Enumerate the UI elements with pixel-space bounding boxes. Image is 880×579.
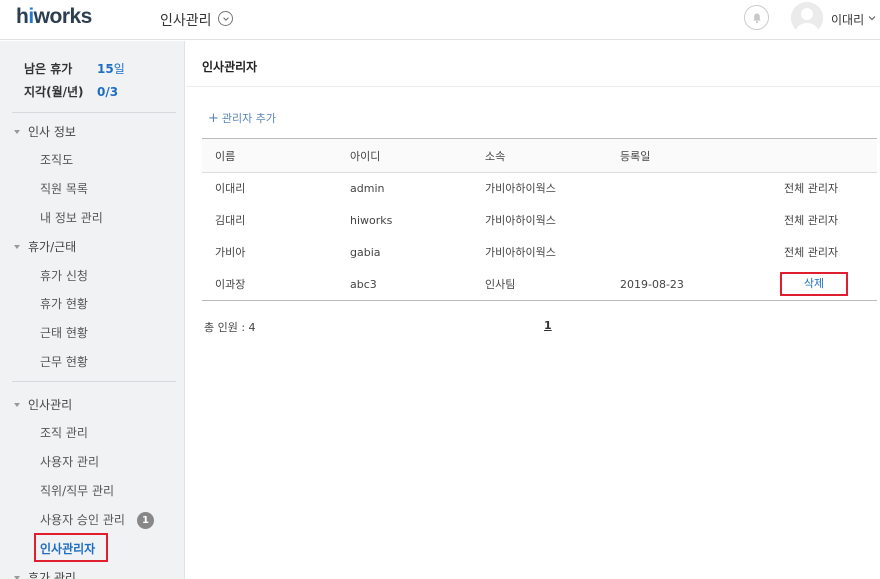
section-hr-admin[interactable]: 인사관리: [14, 396, 72, 413]
logo-h: h: [16, 5, 29, 28]
main-content: 인사관리자 + 관리자 추가 이름 아이디 소속 등록일 이대리 admin 가비…: [186, 41, 880, 579]
section-title: 휴가/근태: [28, 240, 77, 254]
add-admin-label: 관리자 추가: [221, 112, 277, 125]
collapse-triangle-icon: [14, 129, 20, 134]
hiworks-logo[interactable]: hiworks: [16, 5, 92, 29]
late-count-label: 지각(월/년): [24, 85, 84, 99]
collapse-triangle-icon: [14, 575, 20, 579]
sidebar-item-leave-request[interactable]: 휴가 신청: [40, 267, 88, 284]
user-name[interactable]: 이대리: [831, 11, 864, 28]
delete-button[interactable]: 삭제: [782, 274, 846, 294]
remaining-leave-label: 남은 휴가: [24, 62, 73, 76]
table-row: 이대리 admin 가비아하이웍스 전체 관리자: [202, 173, 877, 205]
table-row: 이과장 abc3 인사팀 2019-08-23 삭제: [202, 269, 877, 301]
cell-name: 이대리: [215, 182, 246, 195]
cell-dept: 가비아하이웍스: [485, 246, 556, 259]
cell-id: hiworks: [350, 214, 393, 227]
sidebar-item-leave-status[interactable]: 휴가 현황: [40, 295, 88, 312]
top-bar: hiworks 인사관리 이대리: [0, 0, 880, 40]
title-divider: [186, 86, 880, 87]
section-hr-info[interactable]: 인사 정보: [14, 123, 76, 140]
admin-table: 이름 아이디 소속 등록일 이대리 admin 가비아하이웍스 전체 관리자 김…: [202, 138, 877, 301]
table-row: 김대리 hiworks 가비아하이웍스 전체 관리자: [202, 205, 877, 237]
section-leave-attendance[interactable]: 휴가/근태: [14, 238, 76, 255]
user-menu-chevron-icon[interactable]: [868, 14, 876, 22]
sidebar-item-user-approval[interactable]: 사용자 승인 관리: [40, 511, 125, 528]
remaining-leave: 남은 휴가 15일: [24, 59, 125, 82]
cell-id: gabia: [350, 246, 381, 259]
cell-name: 가비아: [215, 246, 246, 259]
chevron-down-icon[interactable]: [218, 11, 233, 26]
total-count: 총 인원 : 4: [204, 321, 256, 334]
section-title: 인사 정보: [28, 125, 76, 139]
highlight-box: 삭제: [780, 272, 848, 296]
sidebar-divider: [12, 112, 176, 113]
sidebar-item-org-chart[interactable]: 조직도: [40, 151, 73, 168]
remaining-leave-value: 15: [97, 62, 114, 76]
section-title: 인사관리: [28, 398, 73, 412]
cell-role: 전체 관리자: [784, 246, 839, 259]
avatar[interactable]: [791, 2, 823, 34]
cell-date: 2019-08-23: [620, 278, 684, 291]
column-header-name: 이름: [215, 150, 236, 163]
cell-dept: 가비아하이웍스: [485, 182, 556, 195]
remaining-leave-unit: 일: [113, 62, 125, 76]
cell-id: abc3: [350, 278, 377, 291]
sidebar: 남은 휴가 15일 지각(월/년) 0/3 인사 정보 조직도 직원 목록 내 정보…: [0, 41, 185, 579]
cell-dept: 가비아하이웍스: [485, 214, 556, 227]
page-title: 인사관리자: [202, 60, 258, 74]
cell-role: 전체 관리자: [784, 182, 839, 195]
leave-summary: 남은 휴가 15일 지각(월/년) 0/3: [24, 59, 125, 105]
section-leave-management[interactable]: 휴가 관리: [14, 569, 76, 579]
sidebar-item-my-info[interactable]: 내 정보 관리: [40, 209, 103, 226]
column-header-id: 아이디: [350, 150, 381, 163]
section-title: 휴가 관리: [28, 571, 76, 579]
collapse-triangle-icon: [14, 402, 20, 407]
app-title[interactable]: 인사관리: [160, 10, 212, 30]
logo-works: works: [33, 5, 93, 28]
sidebar-item-user-management[interactable]: 사용자 관리: [40, 453, 99, 470]
sidebar-item-org-management[interactable]: 조직 관리: [40, 424, 88, 441]
add-admin-button[interactable]: + 관리자 추가: [208, 110, 276, 126]
sidebar-item-work-status[interactable]: 근무 현황: [40, 353, 88, 370]
cell-role: 전체 관리자: [784, 214, 839, 227]
column-header-date: 등록일: [620, 150, 651, 163]
sidebar-item-attendance-status[interactable]: 근태 현황: [40, 324, 88, 341]
cell-id: admin: [350, 182, 385, 195]
sidebar-item-position-management[interactable]: 직위/직무 관리: [40, 482, 114, 499]
sidebar-item-hr-admins[interactable]: 인사관리자: [40, 540, 95, 557]
page-link-1[interactable]: 1: [544, 319, 552, 332]
plus-icon: +: [208, 110, 219, 126]
late-count-value: 0/3: [97, 85, 119, 99]
approval-count-badge: 1: [137, 512, 154, 529]
column-header-dept: 소속: [485, 150, 506, 163]
bell-icon[interactable]: [744, 5, 769, 30]
late-count: 지각(월/년) 0/3: [24, 82, 125, 105]
cell-dept: 인사팀: [485, 278, 516, 291]
cell-name: 김대리: [215, 214, 246, 227]
collapse-triangle-icon: [14, 244, 20, 249]
sidebar-item-employee-list[interactable]: 직원 목록: [40, 180, 88, 197]
table-header: 이름 아이디 소속 등록일: [202, 138, 877, 173]
table-row: 가비아 gabia 가비아하이웍스 전체 관리자: [202, 237, 877, 269]
sidebar-divider: [12, 381, 176, 382]
cell-name: 이과장: [215, 278, 246, 291]
